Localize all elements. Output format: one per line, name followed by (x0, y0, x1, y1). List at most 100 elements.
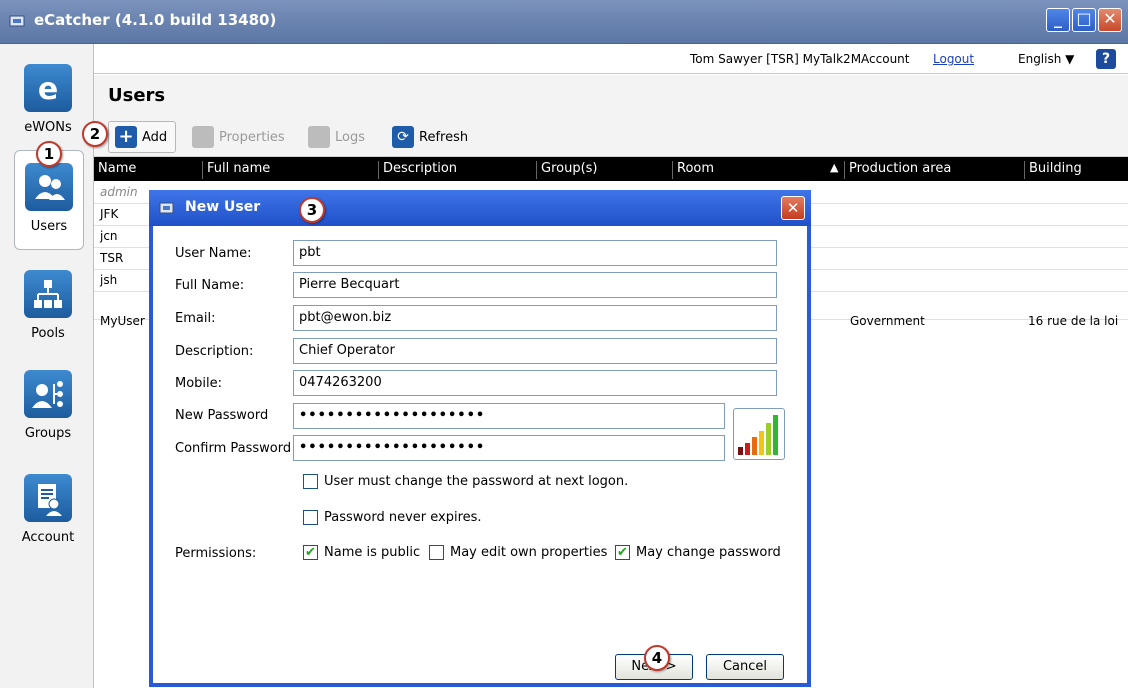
name-public-checkbox[interactable]: ✔ Name is public (303, 545, 420, 560)
checkbox-unchecked-icon (303, 474, 318, 489)
logout-link[interactable]: Logout (933, 52, 974, 66)
mobile-input[interactable]: 0474263200 (293, 370, 777, 396)
confirm-password-label: Confirm Password (175, 441, 292, 456)
page-title: Users (108, 85, 166, 106)
change-password-label: May change password (636, 545, 781, 560)
users-table-header: Name Full name Description Group(s) Room… (94, 157, 1128, 181)
logs-icon (308, 126, 330, 148)
row-production-area: Government (850, 314, 925, 328)
new-password-label: New Password (175, 408, 269, 423)
nav-label-users: Users (30, 219, 68, 234)
row-building: 16 rue de la loi (1028, 314, 1119, 328)
description-input[interactable]: Chief Operator (293, 338, 777, 364)
column-header-room[interactable]: Room (672, 161, 714, 179)
column-header-groups[interactable]: Group(s) (536, 161, 598, 179)
row-name: admin (100, 185, 138, 199)
page-header: Users (94, 75, 1128, 117)
nav-item-groups[interactable]: Groups (14, 370, 82, 441)
window-titlebar: eCatcher (4.1.0 build 13480) _ □ ✕ (0, 0, 1128, 44)
checkbox-checked-icon: ✔ (615, 545, 630, 560)
row-name: TSR (100, 251, 124, 265)
checkbox-checked-icon: ✔ (303, 545, 318, 560)
must-change-label: User must change the password at next lo… (324, 474, 629, 489)
callout-4: 4 (644, 645, 670, 671)
nav-label-account: Account (21, 530, 75, 545)
edit-own-label: May edit own properties (450, 545, 608, 560)
ewon-icon: e (24, 64, 72, 112)
callout-3: 3 (299, 197, 325, 223)
refresh-label: Refresh (419, 129, 469, 145)
dialog-titlebar: New User ✕ (149, 190, 811, 226)
column-header-name[interactable]: Name (94, 161, 136, 179)
edit-icon (192, 126, 214, 148)
maximize-button[interactable]: □ (1072, 8, 1096, 32)
new-user-dialog: New User ✕ 3 User Name: pbt Full Name: P… (149, 190, 811, 687)
nav-item-ewons[interactable]: e eWONs (14, 64, 82, 135)
nav-item-pools[interactable]: Pools (14, 270, 82, 341)
nav-label-groups: Groups (24, 426, 72, 441)
logs-button[interactable]: Logs (308, 121, 365, 153)
password-strength-icon (733, 408, 785, 460)
user-app-icon (159, 202, 174, 214)
never-expires-checkbox[interactable]: Password never expires. (303, 510, 482, 525)
fullname-label: Full Name: (175, 278, 245, 293)
column-header-fullname[interactable]: Full name (202, 161, 270, 179)
fullname-input[interactable]: Pierre Becquart (293, 272, 777, 298)
close-button[interactable]: ✕ (1098, 8, 1122, 32)
toolbar: + Add Properties Logs ⟳ Refresh (94, 117, 1128, 157)
svg-text:e: e (38, 72, 58, 107)
email-label: Email: (175, 311, 216, 326)
dialog-close-button[interactable]: ✕ (781, 196, 805, 220)
plus-icon: + (115, 126, 137, 148)
new-password-input[interactable]: •••••••••••••••••••• (293, 403, 725, 429)
callout-1: 1 (36, 141, 62, 167)
top-info-bar: Tom Sawyer [TSR] MyTalk2MAccount Logout … (94, 44, 1128, 74)
current-user-label: Tom Sawyer [TSR] MyTalk2MAccount (690, 52, 910, 66)
column-header-description[interactable]: Description (378, 161, 457, 179)
checkbox-unchecked-icon (429, 545, 444, 560)
column-header-building[interactable]: Building (1024, 161, 1082, 179)
row-name: JFK (100, 207, 119, 221)
never-expires-label: Password never expires. (324, 510, 482, 525)
refresh-icon: ⟳ (392, 126, 414, 148)
row-name: jcn (100, 229, 118, 243)
change-password-checkbox[interactable]: ✔ May change password (615, 545, 781, 560)
callout-2: 2 (82, 121, 108, 147)
name-public-label: Name is public (324, 545, 421, 560)
language-selector[interactable]: English ▼ (1018, 52, 1074, 66)
cancel-button[interactable]: Cancel (706, 654, 784, 680)
nav-label-pools: Pools (31, 326, 65, 341)
email-input[interactable]: pbt@ewon.biz (293, 305, 777, 331)
groups-icon (24, 370, 72, 418)
mobile-label: Mobile: (175, 376, 223, 391)
dialog-body: User Name: pbt Full Name: Pierre Becquar… (153, 226, 807, 683)
confirm-password-input[interactable]: •••••••••••••••••••• (293, 435, 725, 461)
ecatcher-app-icon (9, 15, 25, 27)
add-button[interactable]: + Add (108, 121, 177, 153)
properties-label: Properties (219, 129, 285, 145)
username-label: User Name: (175, 246, 252, 261)
users-icon (25, 163, 73, 211)
checkbox-unchecked-icon (303, 510, 318, 525)
nav-label-ewons: eWONs (24, 120, 72, 135)
must-change-password-checkbox[interactable]: User must change the password at next lo… (303, 474, 628, 489)
properties-button[interactable]: Properties (192, 121, 285, 153)
edit-own-properties-checkbox[interactable]: May edit own properties (429, 545, 607, 560)
username-input[interactable]: pbt (293, 240, 777, 266)
add-label: Add (142, 129, 168, 145)
description-label: Description: (175, 344, 254, 359)
nav-item-account[interactable]: Account (14, 474, 82, 545)
logs-label: Logs (335, 129, 365, 145)
permissions-label: Permissions: (175, 546, 257, 561)
pools-icon (24, 270, 72, 318)
sort-ascending-icon: ▲ (830, 161, 839, 174)
row-name: jsh (100, 273, 118, 287)
refresh-button[interactable]: ⟳ Refresh (392, 121, 468, 153)
column-header-production-area[interactable]: Production area (844, 161, 951, 179)
minimize-button[interactable]: _ (1046, 8, 1070, 32)
row-name: MyUser (100, 314, 145, 328)
dialog-title: New User (185, 199, 261, 215)
help-icon[interactable]: ? (1096, 49, 1116, 69)
window-title: eCatcher (4.1.0 build 13480) (34, 11, 277, 29)
account-icon (24, 474, 72, 522)
